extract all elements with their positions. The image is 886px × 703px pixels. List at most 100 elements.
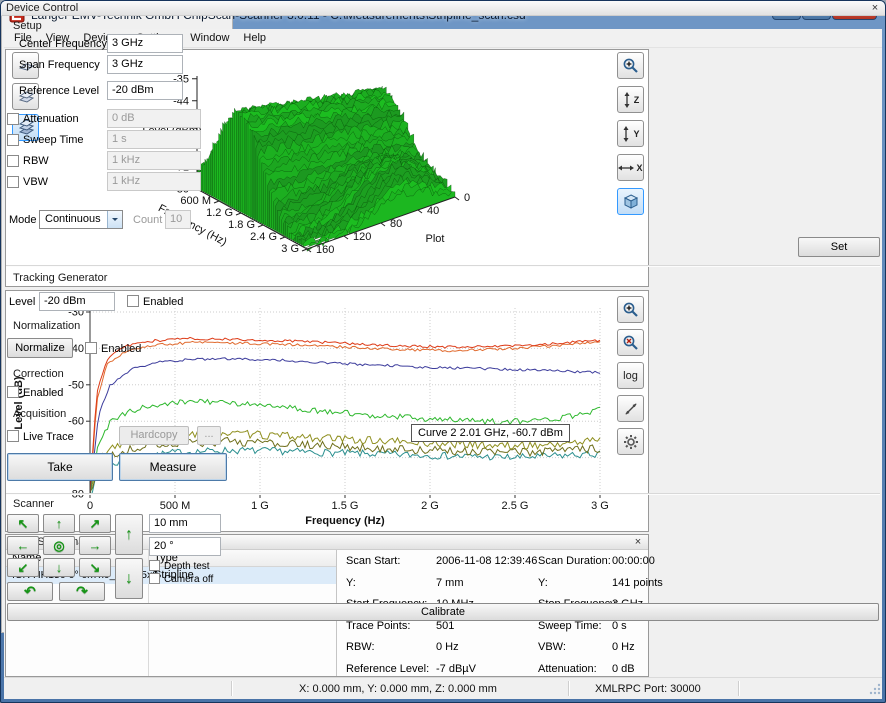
move-down-right-button[interactable]: ↘ (79, 558, 111, 577)
hardcopy-button: Hardcopy (119, 426, 189, 445)
status-divider (231, 681, 233, 696)
status-divider (568, 681, 570, 696)
info-value: 0 Hz (612, 641, 635, 653)
info-label: Reference Level: (346, 663, 429, 675)
zoom-in-icon[interactable] (617, 296, 644, 323)
tracking-level-input[interactable]: -20 dBm (39, 292, 115, 311)
move-down-left-button[interactable]: ↙ (7, 558, 39, 577)
normalization-title: Normalization (13, 320, 80, 332)
section-divider (6, 265, 880, 267)
scanner-title: Scanner (13, 498, 54, 510)
calibrate-button[interactable]: Calibrate (7, 603, 879, 621)
info-value: 0 dB (612, 663, 635, 675)
rotate-left-button[interactable]: ↶ (7, 582, 53, 601)
svg-text:Level (dB): Level (dB) (13, 376, 25, 430)
depth-test-checkbox[interactable] (149, 560, 160, 571)
mode-value: Continuous (45, 213, 101, 225)
setup-row-span-frequency: Span Frequency 3 GHz (1, 55, 885, 76)
info-row: RBW:0 HzVBW:0 Hz (336, 638, 648, 660)
svg-text:600 M: 600 M (180, 195, 211, 207)
device-control-title: Device Control (6, 2, 78, 14)
svg-text:Plot: Plot (426, 233, 445, 245)
setup-row-attenuation: Attenuation0 dB (1, 109, 885, 130)
move-right-button[interactable]: → (79, 536, 111, 555)
mode-select[interactable]: Continuous (39, 210, 123, 229)
status-position: X: 0.000 mm, Y: 0.000 mm, Z: 0.000 mm (299, 683, 497, 695)
normalization-enabled-checkbox[interactable] (85, 342, 97, 354)
info-value: 7 mm (436, 577, 464, 589)
correction-title: Correction (13, 368, 64, 380)
info-value: 0 s (612, 620, 627, 632)
tracking-level-label: Level (9, 296, 35, 308)
correction-enabled-label: Enabled (23, 387, 63, 399)
depth-test-label: Depth test (164, 561, 210, 572)
plot-tooltip: Curve 2 2.01 GHz, -60.7 dBm (411, 424, 570, 442)
svg-text:160: 160 (316, 244, 334, 256)
svg-text:0: 0 (87, 500, 93, 512)
tracking-generator-title: Tracking Generator (13, 272, 107, 284)
info-value: 00:00:00 (612, 555, 655, 567)
set-button[interactable]: Set (798, 237, 880, 257)
data-set-manager-close-icon[interactable]: × (632, 535, 644, 549)
svg-text:Frequency (Hz): Frequency (Hz) (305, 515, 385, 527)
vbw-checkbox[interactable] (7, 176, 19, 188)
center-frequency-input[interactable]: 3 GHz (107, 34, 183, 53)
move-up-right-button[interactable]: ↗ (79, 514, 111, 533)
move-up-left-button[interactable]: ↖ (7, 514, 39, 533)
reference-level-input[interactable]: -20 dBm (107, 81, 183, 100)
scanner-step-input[interactable]: 10 mm (149, 514, 221, 533)
device-control-header: Device Control × (1, 1, 885, 16)
live-trace-checkbox[interactable] (7, 430, 19, 442)
more-button: ... (197, 426, 221, 445)
rbw-checkbox[interactable] (7, 155, 19, 167)
log-scale-button[interactable]: log (617, 362, 644, 389)
setup-row-vbw: VBW1 kHz (1, 172, 885, 193)
rbw-input: 1 kHz (107, 151, 201, 170)
line-plot-panel: 0500 M1 G1.5 G2 G2.5 G3 G-30-40-50-60-70… (5, 290, 649, 532)
tracking-enabled-checkbox[interactable] (127, 295, 139, 307)
rotate-right-button[interactable]: ↷ (59, 582, 105, 601)
info-row: Y:7 mmY:141 points (336, 574, 648, 596)
svg-text:120: 120 (353, 231, 371, 243)
sweep-time-input: 1 s (107, 130, 201, 149)
correction-enabled-checkbox[interactable] (7, 386, 19, 398)
camera-off-checkbox[interactable] (149, 573, 160, 584)
sweep-time-label: Sweep Time (23, 134, 84, 146)
live-trace-label: Live Trace (23, 431, 74, 443)
info-label: Attenuation: (538, 663, 597, 675)
normalize-button[interactable]: Normalize (7, 338, 73, 358)
count-input: 10 (165, 210, 191, 229)
sweep-time-checkbox[interactable] (7, 134, 19, 146)
resize-grip[interactable] (869, 683, 881, 698)
info-label: Scan Start: (346, 555, 400, 567)
scanner-angle-input[interactable]: 20 ° (149, 537, 221, 556)
move-up-button[interactable]: ↑ (43, 514, 75, 533)
info-label: Sweep Time: (538, 620, 602, 632)
axis-scale-icon[interactable] (617, 395, 644, 422)
status-xmlrpc: XMLRPC Port: 30000 (595, 683, 701, 695)
svg-text:1.8 G: 1.8 G (228, 219, 255, 231)
take-button[interactable]: Take (7, 453, 113, 481)
attenuation-input: 0 dB (107, 109, 201, 128)
device-control-close-icon[interactable]: × (869, 1, 881, 15)
svg-text:1.5 G: 1.5 G (332, 500, 359, 512)
home-button[interactable]: ◎ (43, 536, 75, 555)
info-label: VBW: (538, 641, 566, 653)
setup-section-title: Setup (13, 20, 42, 32)
move-down-button[interactable]: ↓ (43, 558, 75, 577)
info-value: 141 points (612, 577, 663, 589)
line-plot[interactable]: 0500 M1 G1.5 G2 G2.5 G3 G-30-40-50-60-70… (6, 291, 648, 531)
probe-down-button[interactable]: ↓ (115, 558, 143, 599)
move-left-button[interactable]: ← (7, 536, 39, 555)
measure-button[interactable]: Measure (119, 453, 227, 481)
zoom-reset-icon[interactable] (617, 329, 644, 356)
setup-row-reference-level: Reference Level-20 dBm (1, 81, 885, 102)
info-row: Scan Start:2006-11-08 12:39:46Scan Durat… (336, 552, 648, 574)
span-frequency-label: Span Frequency (19, 59, 100, 71)
setup-row-center-frequency: Center Frequency3 GHz (1, 34, 885, 55)
probe-up-button[interactable]: ↑ (115, 514, 143, 555)
span-frequency-input[interactable]: 3 GHz (107, 55, 183, 74)
attenuation-checkbox[interactable] (7, 113, 19, 125)
settings-gear-icon[interactable] (617, 428, 644, 455)
status-divider (738, 681, 740, 696)
